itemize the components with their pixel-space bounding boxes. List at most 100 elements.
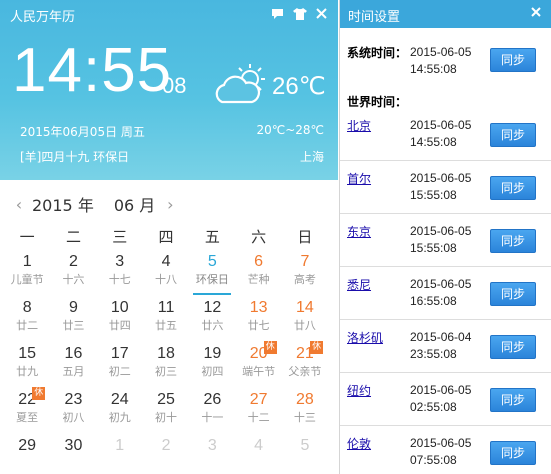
- day-cell[interactable]: 26 十一: [189, 390, 235, 436]
- city-time: 02:55:08: [410, 400, 457, 414]
- day-cell[interactable]: 17 初二: [97, 344, 143, 390]
- sync-button[interactable]: 同步: [490, 335, 536, 359]
- month-select[interactable]: 06 月: [114, 192, 155, 216]
- year-value: 2015: [32, 196, 73, 215]
- year-select[interactable]: 2015 年: [32, 192, 94, 216]
- city-datetime: 2015-06-05 14:55:08: [410, 117, 471, 151]
- time-settings-panel: 时间设置 系统时间： 2015-06-05 14:55:08 同步 世界时间： …: [339, 0, 551, 474]
- city-link[interactable]: 纽约: [347, 382, 371, 399]
- lunar-label: 初三: [155, 365, 178, 378]
- sync-button[interactable]: 同步: [490, 441, 536, 465]
- city-link[interactable]: 东京: [347, 223, 371, 240]
- sync-button[interactable]: 同步: [490, 388, 536, 412]
- system-date: 2015-06-05: [410, 45, 472, 59]
- day-cell[interactable]: 8 廿二: [4, 298, 50, 344]
- month-navigator: ‹ 2015 年 06 月 ›: [10, 192, 179, 216]
- lunar-label: 廿九: [16, 365, 39, 378]
- lunar-label: 十三: [293, 411, 316, 424]
- sync-button[interactable]: 同步: [490, 229, 536, 253]
- city-link[interactable]: 伦敦: [347, 435, 371, 452]
- day-cell[interactable]: 4: [235, 436, 281, 474]
- day-cell[interactable]: 28 十三: [282, 390, 328, 436]
- day-cell[interactable]: 1 儿童节: [4, 252, 50, 298]
- lunar-label: 儿童节: [10, 273, 44, 286]
- day-cell[interactable]: 15 廿九: [4, 344, 50, 390]
- lunar-label: 夏至: [16, 411, 39, 424]
- world-time-row: 东京 2015-06-05 15:55:08 同步: [340, 214, 551, 267]
- world-time-row: 首尔 2015-06-05 15:55:08 同步: [340, 161, 551, 214]
- day-cell[interactable]: 9 廿三: [50, 298, 96, 344]
- day-cell[interactable]: 1: [97, 436, 143, 474]
- day-cell[interactable]: 24 初九: [97, 390, 143, 436]
- day-cell[interactable]: 3: [189, 436, 235, 474]
- day-cell[interactable]: 29: [4, 436, 50, 474]
- day-cell[interactable]: 2: [143, 436, 189, 474]
- day-cell[interactable]: 14 廿八: [282, 298, 328, 344]
- day-cell[interactable]: 10 廿四: [97, 298, 143, 344]
- day-cell[interactable]: 13 廿七: [235, 298, 281, 344]
- prev-month-button[interactable]: ‹: [10, 195, 28, 214]
- city-link[interactable]: 洛杉矶: [347, 329, 383, 346]
- day-cell[interactable]: 25 初十: [143, 390, 189, 436]
- city-datetime: 2015-06-05 16:55:08: [410, 276, 471, 310]
- chat-icon[interactable]: [269, 5, 286, 22]
- day-cell[interactable]: 21 父亲节休: [282, 341, 328, 390]
- lunar-label: 十二: [247, 411, 270, 424]
- lunar-label: 廿三: [62, 319, 85, 332]
- holiday-badge: 休: [310, 341, 324, 354]
- city-link[interactable]: 北京: [347, 117, 371, 134]
- city-link[interactable]: 悉尼: [347, 276, 371, 293]
- sync-button[interactable]: 同步: [490, 123, 536, 147]
- city-time: 14:55:08: [410, 135, 457, 149]
- weather-city[interactable]: 上海: [300, 148, 324, 165]
- lunar-label: 端午节: [242, 365, 276, 378]
- day-cell[interactable]: 27 十二: [235, 390, 281, 436]
- day-number: 5: [207, 253, 217, 270]
- day-cell[interactable]: 3 十七: [97, 252, 143, 298]
- day-cell[interactable]: 18 初三: [143, 344, 189, 390]
- lunar-label: 廿四: [108, 319, 131, 332]
- city-datetime: 2015-06-05 02:55:08: [410, 382, 471, 416]
- skin-icon[interactable]: [291, 5, 308, 22]
- world-time-row: 悉尼 2015-06-05 16:55:08 同步: [340, 267, 551, 320]
- lunar-label: 廿七: [247, 319, 270, 332]
- day-cell[interactable]: 20 端午节休: [235, 341, 281, 390]
- day-cell-today[interactable]: 5 环保日: [189, 252, 235, 298]
- day-cell[interactable]: 6 芒种: [235, 252, 281, 298]
- day-number: 17: [110, 345, 129, 362]
- day-cell[interactable]: 23 初八: [50, 390, 96, 436]
- sync-button[interactable]: 同步: [490, 176, 536, 200]
- day-cell[interactable]: 22 夏至休: [4, 387, 50, 436]
- day-number: 30: [64, 437, 83, 454]
- day-cell[interactable]: 4 十八: [143, 252, 189, 298]
- temperature-range: 20℃~28℃: [256, 123, 324, 137]
- close-icon[interactable]: [531, 6, 541, 21]
- day-cell[interactable]: 16 五月: [50, 344, 96, 390]
- day-cell[interactable]: 5: [282, 436, 328, 474]
- close-icon[interactable]: [313, 5, 330, 22]
- day-number: 1: [115, 437, 125, 454]
- next-month-button[interactable]: ›: [161, 195, 179, 214]
- sync-system-button[interactable]: 同步: [490, 48, 536, 72]
- lunar-label: 廿二: [16, 319, 39, 332]
- day-cell[interactable]: 11 廿五: [143, 298, 189, 344]
- day-cell[interactable]: 7 高考: [282, 252, 328, 298]
- day-cell[interactable]: 2 十六: [50, 252, 96, 298]
- world-time-row: 纽约 2015-06-05 02:55:08 同步: [340, 373, 551, 426]
- lunar-label: 初八: [62, 411, 85, 424]
- day-cell[interactable]: 30: [50, 436, 96, 474]
- day-cell[interactable]: 19 初四: [189, 344, 235, 390]
- lunar-label: 十七: [108, 273, 131, 286]
- lunar-label: 芒种: [247, 273, 270, 286]
- weekday-label: 一: [19, 228, 35, 246]
- city-link[interactable]: 首尔: [347, 170, 371, 187]
- day-number: 12: [203, 299, 222, 316]
- day-number: 2: [68, 253, 78, 270]
- day-cell[interactable]: 12 廿六: [189, 298, 235, 344]
- clock-time: 14:55: [12, 36, 173, 105]
- calendar-window: 人民万年历 14:55 08 26℃ 2015年06月05日 周五 20℃~28…: [0, 0, 338, 474]
- city-datetime: 2015-06-05 07:55:08: [410, 435, 471, 469]
- weekday-label: 四: [158, 228, 174, 246]
- sync-button[interactable]: 同步: [490, 282, 536, 306]
- city-time: 16:55:08: [410, 294, 457, 308]
